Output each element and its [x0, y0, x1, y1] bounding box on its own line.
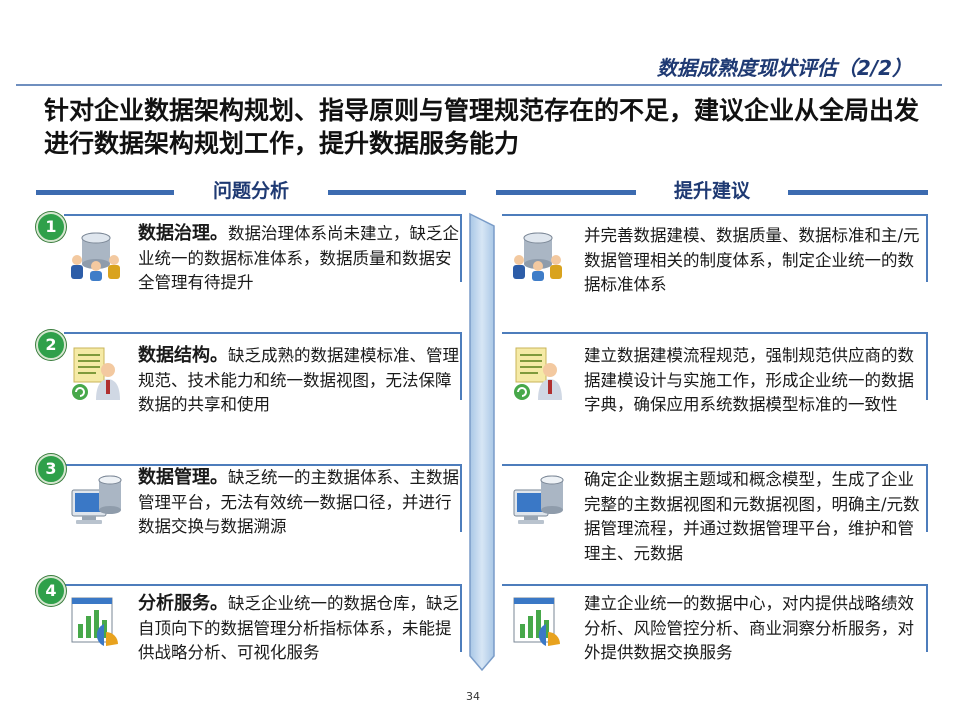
problem-card-4: 4 分析服务。缺乏企业统一的数据仓库，缺乏自顶向下的数据管理分析指标体系，未能提…: [36, 576, 462, 662]
header-bar-left: [36, 190, 174, 195]
down-arrow-divider: [469, 212, 495, 672]
number-badge: 1: [36, 212, 66, 242]
analytics-chart-icon: [71, 597, 118, 646]
problem-card-2: 2 数据结构。缺乏成熟的数据建模标准、管理规范、技术能力和统一数据视图，无法保障…: [36, 330, 462, 414]
problem-title: 数据管理。: [138, 467, 228, 488]
number-badge: 3: [36, 454, 66, 484]
title-divider: [16, 84, 942, 86]
suggestion-card-1: 并完善数据建模、数据质量、数据标准和主/元数据管理相关的制度体系，制定企业统一的…: [502, 214, 928, 294]
headline: 针对企业数据架构规划、指导原则与管理规范存在的不足，建议企业从全局出发进行数据架…: [44, 96, 920, 158]
problem-text: 分析服务。缺乏企业统一的数据仓库，缺乏自顶向下的数据管理分析指标体系，未能提供战…: [138, 592, 462, 666]
right-column-header: 提升建议: [496, 176, 928, 206]
suggestion-card-3: 确定企业数据主题域和概念模型，生成了企业完整的主数据视图和元数据视图，明确主/元…: [502, 464, 928, 563]
suggestion-card-4: 建立企业统一的数据中心，对内提供战略绩效分析、风险管控分析、商业洞察分析服务，对…: [502, 584, 928, 662]
header-bar-right: [328, 190, 466, 195]
suggestion-card-2: 建立数据建模流程规范，强制规范供应商的数据建模设计与实施工作，形成企业统一的数据…: [502, 332, 928, 414]
database-users-icon: [513, 232, 562, 281]
page-number: 34: [466, 690, 480, 703]
user-document-icon: [514, 347, 562, 400]
database-monitor-icon: [513, 475, 564, 524]
problem-card-1: 1 数据治理。数据治理体系尚未建立，缺乏企业统一的数据标准体系，数据质量和数据安…: [36, 212, 462, 292]
problem-title: 数据治理。: [138, 223, 228, 244]
header-bar-right: [788, 190, 928, 195]
right-column-label: 提升建议: [673, 180, 750, 202]
suggestion-text: 建立数据建模流程规范，强制规范供应商的数据建模设计与实施工作，形成企业统一的数据…: [584, 346, 914, 414]
suggestion-text: 建立企业统一的数据中心，对内提供战略绩效分析、风险管控分析、商业洞察分析服务，对…: [584, 594, 914, 662]
analytics-chart-icon: [513, 597, 560, 646]
user-document-icon: [72, 347, 120, 400]
database-monitor-icon: [71, 475, 122, 524]
database-users-icon: [71, 232, 120, 281]
number-badge: 4: [36, 576, 66, 606]
suggestion-text: 并完善数据建模、数据质量、数据标准和主/元数据管理相关的制度体系，制定企业统一的…: [584, 226, 920, 294]
problem-title: 数据结构。: [138, 345, 228, 366]
header-bar-left: [496, 190, 636, 195]
problem-text: 数据管理。缺乏统一的主数据体系、主数据管理平台，无法有效统一数据口径，并进行数据…: [138, 466, 462, 540]
problem-title: 分析服务。: [138, 593, 228, 614]
problem-text: 数据结构。缺乏成熟的数据建模标准、管理规范、技术能力和统一数据视图，无法保障数据…: [138, 344, 462, 418]
number-badge: 2: [36, 330, 66, 360]
left-column-label: 问题分析: [212, 180, 289, 202]
suggestion-text: 确定企业数据主题域和概念模型，生成了企业完整的主数据视图和元数据视图，明确主/元…: [584, 470, 920, 563]
slide-title: 数据成熟度现状评估（2/2）: [656, 56, 912, 80]
problem-card-3: 3 数据管理。缺乏统一的主数据体系、主数据管理平台，无法有效统一数据口径，并进行…: [36, 454, 462, 536]
problem-text: 数据治理。数据治理体系尚未建立，缺乏企业统一的数据标准体系，数据质量和数据安全管…: [138, 222, 462, 296]
left-column-header: 问题分析: [36, 176, 466, 206]
